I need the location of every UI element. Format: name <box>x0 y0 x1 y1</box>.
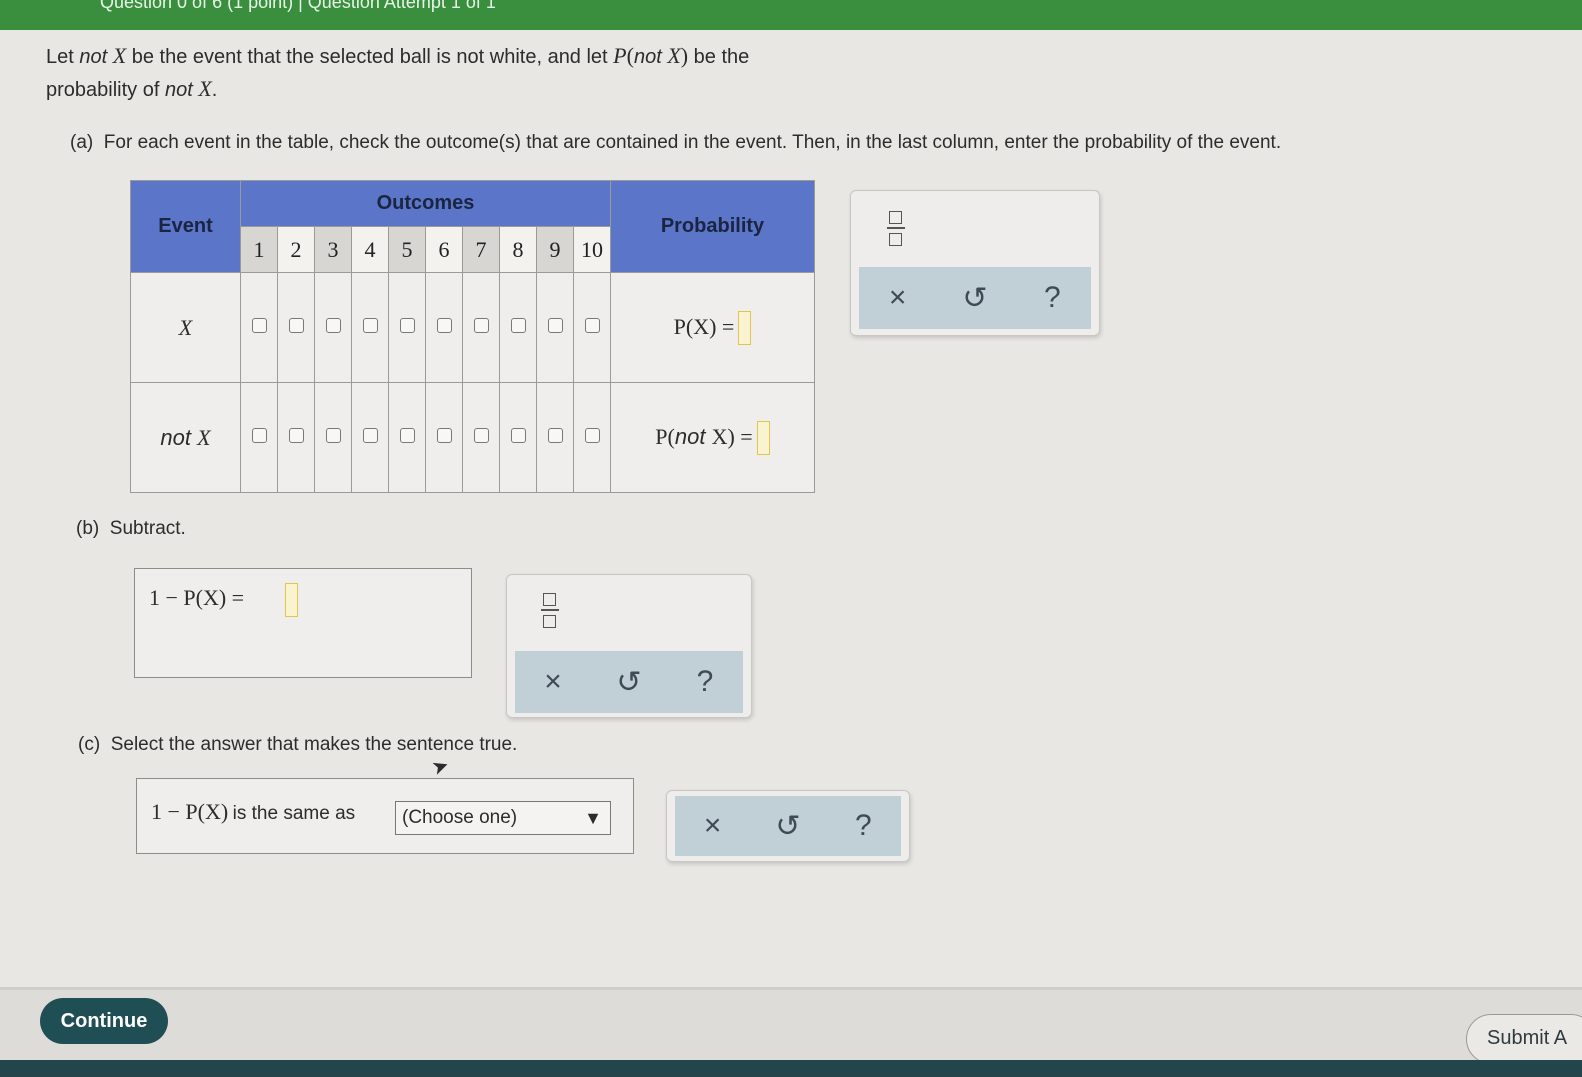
probability-cell-x: P(X) = <box>610 272 815 383</box>
outcome-number: 6 <box>425 226 463 273</box>
outcome-checkbox[interactable] <box>399 317 415 333</box>
probability-header: Probability <box>610 180 815 273</box>
answer-toolbox-b: × ↺ ? <box>506 574 752 718</box>
event-label-not-x: not X <box>130 382 241 493</box>
table-row-not-x: not X P(not X) = <box>130 382 815 493</box>
part-b-instructions: (b) Subtract. <box>76 518 186 539</box>
outcome-checkbox[interactable] <box>547 427 563 443</box>
outcome-checkbox[interactable] <box>584 317 600 333</box>
outcome-checkbox[interactable] <box>510 427 526 443</box>
outcome-checkbox[interactable] <box>362 427 378 443</box>
table-row-x: X P(X) = <box>130 272 815 383</box>
part-a-instructions: (a) For each event in the table, check t… <box>70 132 1282 153</box>
answer-toolbox-a: × ↺ ? <box>850 190 1100 336</box>
help-button[interactable]: ? <box>1030 281 1074 315</box>
outcome-checkbox[interactable] <box>473 427 489 443</box>
outcome-number: 3 <box>314 226 352 273</box>
help-button[interactable]: ? <box>683 665 727 699</box>
question-header: Question 0 of 6 (1 point) | Question Att… <box>100 0 496 12</box>
outcome-checkbox[interactable] <box>436 317 452 333</box>
intro-text: Let not X be the event that the selected… <box>46 43 750 101</box>
outcome-number: 5 <box>388 226 426 273</box>
outcomes-header: Outcomes <box>240 180 611 227</box>
event-label-x: X <box>130 272 241 383</box>
outcome-number: 10 <box>573 226 611 273</box>
outcome-number: 8 <box>499 226 537 273</box>
outcome-checkbox[interactable] <box>288 317 304 333</box>
outcome-number: 7 <box>462 226 500 273</box>
part-c-answer-box: 1 − P(X) is the same as (Choose one) ▼ <box>136 778 634 854</box>
clear-button[interactable]: × <box>531 665 575 699</box>
outcome-checkbox[interactable] <box>399 427 415 443</box>
choose-one-dropdown[interactable]: (Choose one) ▼ <box>395 801 611 835</box>
outcomes-table: Event Outcomes Probability 1 2 3 4 5 6 7… <box>130 180 815 493</box>
submit-button[interactable]: Submit A <box>1466 1014 1582 1064</box>
clear-button[interactable]: × <box>876 281 920 315</box>
dropdown-arrow-icon: ▼ <box>584 808 602 828</box>
part-b-input[interactable] <box>285 583 298 617</box>
outcome-checkbox[interactable] <box>584 427 600 443</box>
outcome-checkbox[interactable] <box>251 427 267 443</box>
continue-button[interactable]: Continue <box>40 998 168 1044</box>
outcome-checkbox[interactable] <box>473 317 489 333</box>
outcome-number: 2 <box>277 226 315 273</box>
outcome-checkbox[interactable] <box>251 317 267 333</box>
fraction-icon[interactable] <box>887 209 905 249</box>
undo-button[interactable]: ↺ <box>607 665 651 700</box>
event-header: Event <box>130 180 241 273</box>
outcome-checkbox[interactable] <box>362 317 378 333</box>
answer-toolbox-c: × ↺ ? <box>666 790 910 862</box>
probability-input-x[interactable] <box>738 310 752 345</box>
outcome-checkbox[interactable] <box>288 427 304 443</box>
outcome-number: 9 <box>536 226 574 273</box>
outcome-checkbox[interactable] <box>547 317 563 333</box>
probability-input-not-x[interactable] <box>756 420 770 455</box>
outcome-checkbox[interactable] <box>510 317 526 333</box>
top-bar: Question 0 of 6 (1 point) | Question Att… <box>0 0 1582 30</box>
outcome-checkbox[interactable] <box>325 317 341 333</box>
outcome-number: 1 <box>240 226 278 273</box>
probability-cell-not-x: P(not X) = <box>610 382 815 493</box>
fraction-icon[interactable] <box>541 591 559 631</box>
footer-stripe <box>0 1060 1582 1077</box>
outcome-checkbox[interactable] <box>325 427 341 443</box>
part-b-answer-box: 1 − P(X) = <box>134 568 472 678</box>
undo-button[interactable]: ↺ <box>953 281 997 316</box>
outcome-number: 4 <box>351 226 389 273</box>
outcome-checkbox[interactable] <box>436 427 452 443</box>
help-button[interactable]: ? <box>841 809 885 843</box>
clear-button[interactable]: × <box>691 809 735 843</box>
undo-button[interactable]: ↺ <box>766 809 810 844</box>
part-c-instructions: (c) Select the answer that makes the sen… <box>78 734 518 755</box>
